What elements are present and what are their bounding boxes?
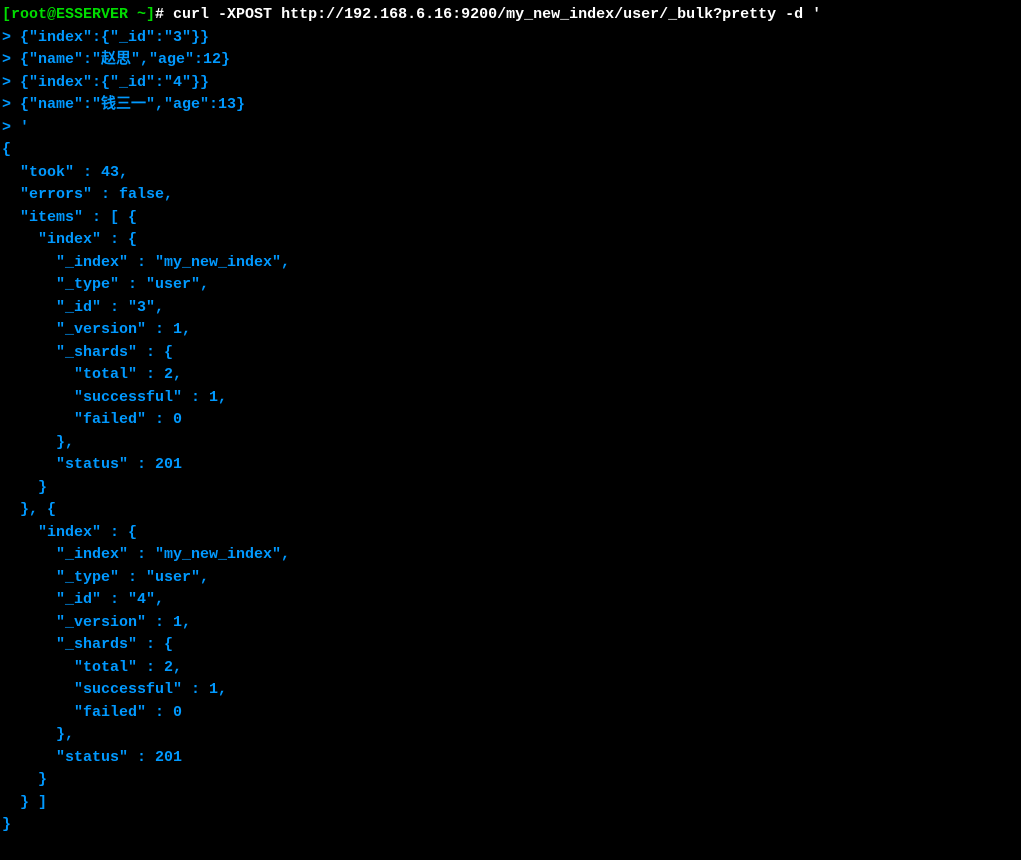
response-line-18: "_index" : "my_new_index", (2, 544, 1019, 567)
command-prompt-line: [root@ESSERVER ~]# curl -XPOST http://19… (2, 4, 1019, 27)
response-line-15: } (2, 477, 1019, 500)
response-line-2: "errors" : false, (2, 184, 1019, 207)
response-line-7: "_id" : "3", (2, 297, 1019, 320)
command-text: curl -XPOST http://192.168.6.16:9200/my_… (173, 6, 821, 23)
prompt-user-host: [root@ESSERVER ~] (2, 6, 155, 23)
response-line-13: }, (2, 432, 1019, 455)
input-line-3: > {"name":"钱三一","age":13} (2, 94, 1019, 117)
response-line-5: "_index" : "my_new_index", (2, 252, 1019, 275)
input-line-0: > {"index":{"_id":"3"}} (2, 27, 1019, 50)
response-line-22: "_shards" : { (2, 634, 1019, 657)
response-line-21: "_version" : 1, (2, 612, 1019, 635)
prompt-hash: # (155, 6, 173, 23)
response-line-19: "_type" : "user", (2, 567, 1019, 590)
response-line-4: "index" : { (2, 229, 1019, 252)
input-line-4: > ' (2, 117, 1019, 140)
response-line-0: { (2, 139, 1019, 162)
response-line-6: "_type" : "user", (2, 274, 1019, 297)
input-line-2: > {"index":{"_id":"4"}} (2, 72, 1019, 95)
response-line-16: }, { (2, 499, 1019, 522)
response-line-12: "failed" : 0 (2, 409, 1019, 432)
response-line-17: "index" : { (2, 522, 1019, 545)
response-line-10: "total" : 2, (2, 364, 1019, 387)
response-line-8: "_version" : 1, (2, 319, 1019, 342)
response-line-9: "_shards" : { (2, 342, 1019, 365)
response-line-27: "status" : 201 (2, 747, 1019, 770)
response-line-3: "items" : [ { (2, 207, 1019, 230)
response-line-30: } (2, 814, 1019, 837)
response-line-25: "failed" : 0 (2, 702, 1019, 725)
terminal-window[interactable]: [root@ESSERVER ~]# curl -XPOST http://19… (2, 4, 1019, 837)
response-line-29: } ] (2, 792, 1019, 815)
response-line-23: "total" : 2, (2, 657, 1019, 680)
response-line-28: } (2, 769, 1019, 792)
response-line-11: "successful" : 1, (2, 387, 1019, 410)
response-line-24: "successful" : 1, (2, 679, 1019, 702)
response-line-1: "took" : 43, (2, 162, 1019, 185)
response-line-20: "_id" : "4", (2, 589, 1019, 612)
response-line-14: "status" : 201 (2, 454, 1019, 477)
response-line-26: }, (2, 724, 1019, 747)
input-line-1: > {"name":"赵思","age":12} (2, 49, 1019, 72)
